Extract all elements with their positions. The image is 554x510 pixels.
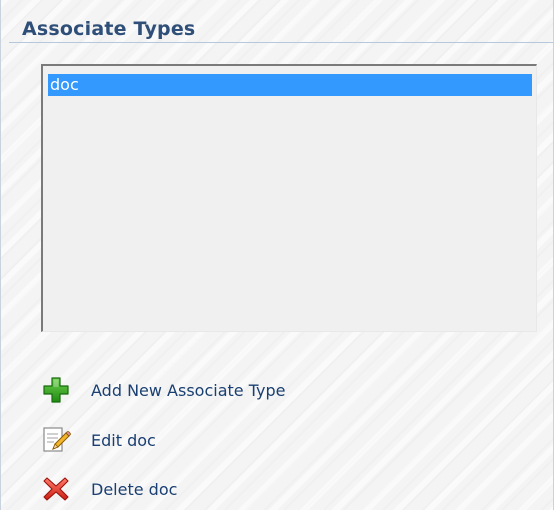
delete-doc-button[interactable]: Delete doc	[41, 474, 177, 504]
panel-header: Associate Types	[9, 8, 553, 43]
add-icon	[41, 375, 71, 405]
edit-doc-button[interactable]: Edit doc	[41, 425, 156, 455]
associate-types-panel: Associate Types doc Add New Associate Ty…	[0, 0, 554, 510]
edit-doc-label: Edit doc	[91, 430, 156, 450]
add-new-associate-type-button[interactable]: Add New Associate Type	[41, 375, 285, 405]
list-item[interactable]: doc	[48, 74, 532, 96]
delete-icon	[41, 474, 71, 504]
edit-icon	[41, 425, 71, 455]
add-new-associate-type-label: Add New Associate Type	[91, 380, 286, 400]
delete-doc-label: Delete doc	[91, 479, 178, 499]
panel-title: Associate Types	[22, 18, 196, 40]
associate-types-listbox[interactable]: doc	[41, 64, 537, 332]
